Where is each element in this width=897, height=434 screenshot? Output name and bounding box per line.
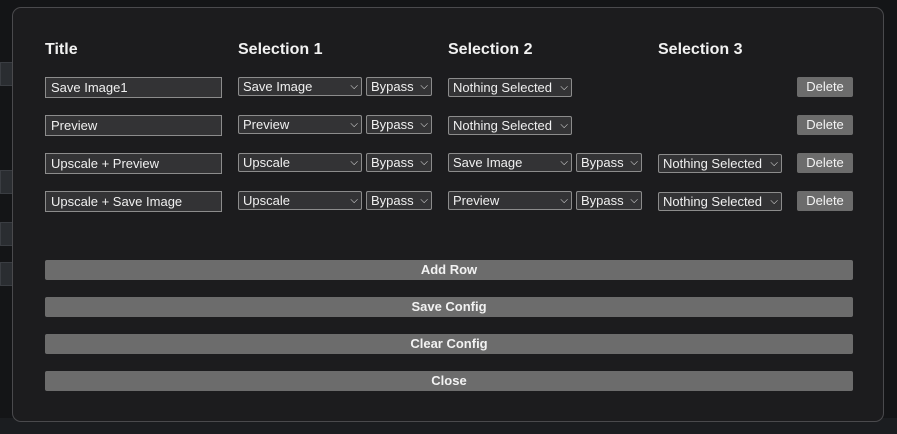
selection-2-select[interactable]: Nothing Selected ⌵ xyxy=(448,116,572,135)
chevron-down-icon: ⌵ xyxy=(630,157,638,168)
chevron-down-icon: ⌵ xyxy=(420,157,428,168)
chevron-down-icon: ⌵ xyxy=(350,81,358,92)
selection-1-mode-select[interactable]: Bypass ⌵ xyxy=(366,153,432,172)
selection-3-select[interactable]: Nothing Selected ⌵ xyxy=(658,192,782,211)
row-title-input[interactable]: Preview xyxy=(45,115,222,136)
delete-row-button[interactable]: Delete xyxy=(797,153,853,173)
selection-2-select[interactable]: Preview ⌵ xyxy=(448,191,572,210)
chevron-down-icon: ⌵ xyxy=(420,119,428,130)
column-header-title: Title xyxy=(45,41,78,58)
chevron-down-icon: ⌵ xyxy=(770,158,778,169)
delete-row-button[interactable]: Delete xyxy=(797,77,853,97)
selection-1-select[interactable]: Preview ⌵ xyxy=(238,115,362,134)
chevron-down-icon: ⌵ xyxy=(770,196,778,207)
selection-1-select[interactable]: Upscale ⌵ xyxy=(238,191,362,210)
selection-2-mode-select[interactable]: Bypass ⌵ xyxy=(576,153,642,172)
row-title-input[interactable]: Upscale + Preview xyxy=(45,153,222,174)
chevron-down-icon: ⌵ xyxy=(420,195,428,206)
selection-1-mode-select[interactable]: Bypass ⌵ xyxy=(366,77,432,96)
delete-row-button[interactable]: Delete xyxy=(797,115,853,135)
chevron-down-icon: ⌵ xyxy=(420,81,428,92)
row-title-input[interactable]: Upscale + Save Image xyxy=(45,191,222,212)
save-config-button[interactable]: Save Config xyxy=(45,297,853,317)
chevron-down-icon: ⌵ xyxy=(560,120,568,131)
config-dialog xyxy=(12,7,884,422)
chevron-down-icon: ⌵ xyxy=(630,195,638,206)
clear-config-button[interactable]: Clear Config xyxy=(45,334,853,354)
chevron-down-icon: ⌵ xyxy=(350,119,358,130)
close-button[interactable]: Close xyxy=(45,371,853,391)
selection-2-mode-select[interactable]: Bypass ⌵ xyxy=(576,191,642,210)
selection-1-select[interactable]: Save Image ⌵ xyxy=(238,77,362,96)
add-row-button[interactable]: Add Row xyxy=(45,260,853,280)
selection-3-select[interactable]: Nothing Selected ⌵ xyxy=(658,154,782,173)
selection-2-select[interactable]: Save Image ⌵ xyxy=(448,153,572,172)
selection-1-mode-select[interactable]: Bypass ⌵ xyxy=(366,115,432,134)
chevron-down-icon: ⌵ xyxy=(350,195,358,206)
selection-1-select[interactable]: Upscale ⌵ xyxy=(238,153,362,172)
delete-row-button[interactable]: Delete xyxy=(797,191,853,211)
chevron-down-icon: ⌵ xyxy=(560,157,568,168)
chevron-down-icon: ⌵ xyxy=(350,157,358,168)
column-header-selection-1: Selection 1 xyxy=(238,41,323,58)
selection-2-select[interactable]: Nothing Selected ⌵ xyxy=(448,78,572,97)
chevron-down-icon: ⌵ xyxy=(560,82,568,93)
column-header-selection-2: Selection 2 xyxy=(448,41,533,58)
selection-1-mode-select[interactable]: Bypass ⌵ xyxy=(366,191,432,210)
chevron-down-icon: ⌵ xyxy=(560,195,568,206)
row-title-input[interactable]: Save Image1 xyxy=(45,77,222,98)
column-header-selection-3: Selection 3 xyxy=(658,41,743,58)
